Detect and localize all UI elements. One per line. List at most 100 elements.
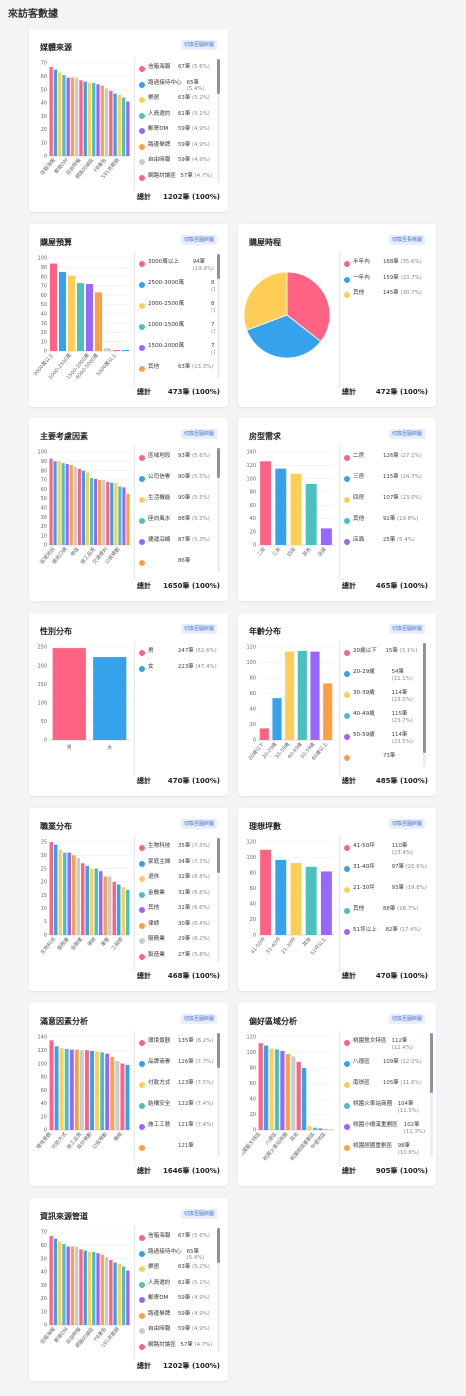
legend-item[interactable]: 路邊舉牌 59筆 (4.9%) xyxy=(137,1310,215,1324)
legend-scrollbar-thumb[interactable] xyxy=(217,448,220,478)
legend-item[interactable]: 路過接待中心 65筆 (5.4%) xyxy=(137,1248,215,1262)
legend-item[interactable]: 座向風水 88筆 (5.3%) xyxy=(137,515,215,529)
legend-item[interactable]: 樂居 63筆 (5.2%) xyxy=(137,94,215,108)
legend-item[interactable]: 21-30坪 93筆 (19.8%) xyxy=(342,884,428,898)
legend-scrollbar-thumb[interactable] xyxy=(423,643,426,753)
legend-item[interactable]: 公司信譽 90筆 (5.5%) xyxy=(137,473,215,487)
legend-item[interactable]: 店面 25筆 (5.4%) xyxy=(342,536,428,550)
legend-item[interactable]: 郵寄DM 59筆 (4.9%) xyxy=(137,1294,215,1308)
legend-item[interactable]: 一年內 159筆 (33.7%) xyxy=(342,274,428,288)
legend-item[interactable]: 20歲以下 15筆 (3.1%) xyxy=(342,647,421,661)
toggle-chart-type-button[interactable]: 切換至長條圖 xyxy=(388,235,425,245)
legend-item[interactable]: 30-39歲 114筆 (23.5%) xyxy=(342,689,421,703)
legend-scrollbar-thumb[interactable] xyxy=(217,1033,220,1068)
legend-item[interactable]: 1000-1500萬 73筆 (15.4%) xyxy=(137,321,215,335)
legend-item[interactable]: 自由時報 59筆 (4.9%) xyxy=(137,156,215,170)
toggle-chart-type-button[interactable]: 切換至圓餅圖 xyxy=(180,429,217,439)
legend-item[interactable]: 73筆 xyxy=(342,752,421,766)
legend-item[interactable]: 桃園經國重劃區 98筆 (10.8%) xyxy=(342,1142,428,1156)
legend-item[interactable]: 桃園小檜溪重劃區 102筆 (11.3%) xyxy=(342,1121,428,1135)
legend-item[interactable]: 人員邀約 61筆 (5.1%) xyxy=(137,1279,215,1293)
legend-scrollbar[interactable] xyxy=(217,1033,220,1157)
legend-item[interactable]: 41-50坪 110筆 (23.4%) xyxy=(342,842,428,856)
legend-item[interactable]: 網路討論區 57筆 (4.7%) xyxy=(137,1341,215,1354)
toggle-chart-type-button[interactable]: 切換至圓餅圖 xyxy=(388,819,425,829)
legend-item[interactable]: 生物科技 35筆 (7.5%) xyxy=(137,842,215,856)
legend-item[interactable]: 2000-2500萬 81筆 (17.1%) xyxy=(137,300,215,314)
legend-item[interactable]: 家庭主婦 34筆 (7.3%) xyxy=(137,858,215,872)
legend-item[interactable]: 121筆 xyxy=(137,1142,215,1156)
legend-color-swatch xyxy=(139,324,145,330)
toggle-chart-type-button[interactable]: 切換至圓餅圖 xyxy=(180,40,217,50)
toggle-chart-type-button[interactable]: 切換至圓餅圖 xyxy=(180,624,217,634)
legend-item[interactable]: 路過接待中心 65筆 (5.4%) xyxy=(137,79,215,93)
legend-item[interactable]: 網路討論區 57筆 (4.7%) xyxy=(137,172,215,185)
toggle-chart-type-button[interactable]: 切換至圓餅圖 xyxy=(388,624,425,634)
toggle-chart-type-button[interactable]: 切換至圓餅圖 xyxy=(180,1014,217,1024)
legend-scrollbar[interactable] xyxy=(430,1033,433,1157)
legend-item[interactable]: 信箱海報 67筆 (5.6%) xyxy=(137,63,215,77)
legend-item[interactable]: 其他 63筆 (13.3%) xyxy=(137,363,215,377)
legend-item[interactable]: 31-40坪 97筆 (20.6%) xyxy=(342,863,428,877)
legend-scrollbar[interactable] xyxy=(217,254,220,378)
toggle-chart-type-button[interactable]: 切換至圓餅圖 xyxy=(388,1014,425,1024)
legend-item[interactable]: 結構安全 122筆 (7.4%) xyxy=(137,1100,215,1114)
legend-item-label: 環境景觀 xyxy=(148,1038,171,1044)
legend-scrollbar[interactable] xyxy=(217,838,220,962)
legend-item[interactable]: 20-29歲 54筆 (11.1%) xyxy=(342,668,421,682)
legend-scrollbar-thumb[interactable] xyxy=(217,838,220,873)
legend-item[interactable]: 生活機能 90筆 (5.5%) xyxy=(137,494,215,508)
legend-scrollbar[interactable] xyxy=(217,1228,220,1352)
legend-item[interactable]: 半年內 168筆 (35.6%) xyxy=(342,258,428,272)
toggle-chart-type-button[interactable]: 切換至圓餅圖 xyxy=(180,235,217,245)
legend-item[interactable]: 環境景觀 135筆 (8.2%) xyxy=(137,1037,215,1051)
legend-item[interactable]: 二房 126筆 (27.1%) xyxy=(342,452,428,466)
legend-item[interactable]: 律師 30筆 (6.4%) xyxy=(137,920,215,934)
legend-item[interactable]: 品牌商譽 126筆 (7.7%) xyxy=(137,1058,215,1072)
legend-item[interactable]: 50-59歲 114筆 (23.5%) xyxy=(342,731,421,745)
legend-item[interactable]: 信箱海報 67筆 (5.6%) xyxy=(137,1232,215,1246)
legend-item[interactable]: 男 247筆 (52.6%) xyxy=(137,647,220,661)
legend-scrollbar[interactable] xyxy=(217,448,220,572)
legend-item[interactable]: 女 223筆 (47.4%) xyxy=(137,663,220,677)
legend-item[interactable]: 40-49歲 115筆 (23.7%) xyxy=(342,710,421,724)
legend-scrollbar-thumb[interactable] xyxy=(430,1033,433,1093)
legend-item[interactable]: 其他 145筆 (30.7%) xyxy=(342,289,428,303)
legend-scrollbar[interactable] xyxy=(423,643,426,767)
legend-item[interactable]: 施工工藝 121筆 (7.4%) xyxy=(137,1121,215,1135)
legend-item[interactable]: 86筆 xyxy=(137,557,215,571)
legend-item[interactable]: 八德區 109筆 (12.0%) xyxy=(342,1058,428,1072)
legend-scrollbar-thumb[interactable] xyxy=(217,59,220,94)
legend-item[interactable]: 路邊舉牌 59筆 (4.9%) xyxy=(137,141,215,155)
legend-item[interactable]: 服務業 29筆 (6.2%) xyxy=(137,935,215,949)
legend-item[interactable]: 51坪以上 82筆 (17.4%) xyxy=(342,926,428,940)
legend-item[interactable]: 其他 88筆 (18.7%) xyxy=(342,905,428,919)
legend-item[interactable]: 1500-2000萬 72筆 (15.2%) xyxy=(137,342,215,356)
legend-item[interactable]: 區域地段 93筆 (5.6%) xyxy=(137,452,215,466)
legend-item[interactable]: 製造業 27筆 (5.8%) xyxy=(137,951,215,964)
legend-item[interactable]: 桃園藝文特區 112筆 (12.4%) xyxy=(342,1037,428,1051)
toggle-chart-type-button[interactable]: 切換至圓餅圖 xyxy=(388,429,425,439)
legend-scrollbar-thumb[interactable] xyxy=(217,254,220,279)
legend-item[interactable]: 桃園火車站商圈 104筆 (11.5%) xyxy=(342,1100,428,1114)
toggle-chart-type-button[interactable]: 切換至圓餅圖 xyxy=(180,1209,217,1219)
legend-item[interactable]: 自由時報 59筆 (4.9%) xyxy=(137,1325,215,1339)
legend-item[interactable]: 2500-3000萬 85筆 (18.0%) xyxy=(137,279,215,293)
legend-item[interactable]: 三房 115筆 (24.7%) xyxy=(342,473,428,487)
legend-item[interactable]: 捷運沿線 87筆 (5.3%) xyxy=(137,536,215,550)
legend-item[interactable]: 退休 32筆 (6.8%) xyxy=(137,873,215,887)
legend-item[interactable]: 人員邀約 61筆 (5.1%) xyxy=(137,110,215,124)
legend-item[interactable]: 南崁區 105筆 (11.6%) xyxy=(342,1079,428,1093)
legend-item-label: 八德區 xyxy=(353,1059,370,1065)
toggle-chart-type-button[interactable]: 切換至圓餅圖 xyxy=(180,819,217,829)
legend-item[interactable]: 付款方式 123筆 (7.5%) xyxy=(137,1079,215,1093)
legend-item[interactable]: 其他 31筆 (6.6%) xyxy=(137,904,215,918)
legend-item[interactable]: 樂居 63筆 (5.2%) xyxy=(137,1263,215,1277)
legend-item[interactable]: 金融業 31筆 (6.6%) xyxy=(137,889,215,903)
legend-item[interactable]: 郵寄DM 59筆 (4.9%) xyxy=(137,125,215,139)
legend-scrollbar[interactable] xyxy=(217,59,220,183)
legend-item[interactable]: 四房 107筆 (23.0%) xyxy=(342,494,428,508)
legend-item[interactable]: 其他 92筆 (19.8%) xyxy=(342,515,428,529)
legend-item[interactable]: 3000萬以上 94筆 (19.9%) xyxy=(137,258,215,272)
legend-scrollbar-thumb[interactable] xyxy=(217,1228,220,1263)
